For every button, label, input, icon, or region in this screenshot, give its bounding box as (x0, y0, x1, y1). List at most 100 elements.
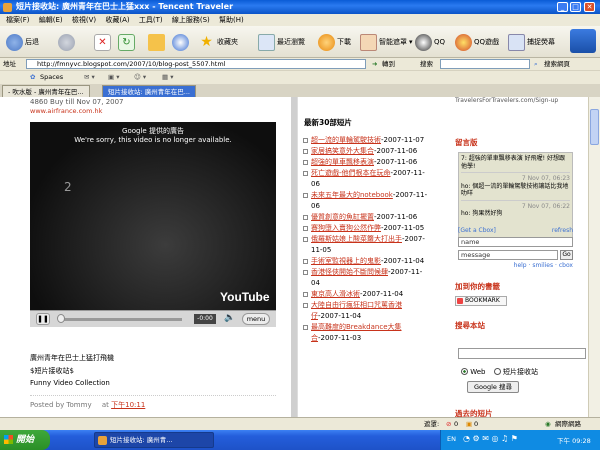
menu-file[interactable]: 檔案(F) (6, 16, 30, 24)
menu-button[interactable]: menu (242, 313, 270, 325)
favorites-button[interactable]: ★ 收藏夾 (198, 31, 238, 53)
refresh-button[interactable]: ↻ (118, 31, 137, 53)
app-icon (3, 3, 12, 12)
qq-penguin-icon (415, 33, 432, 51)
history-button[interactable] (172, 31, 191, 53)
menu-tools[interactable]: 工具(T) (139, 16, 163, 24)
search-icon: ⌕ (534, 60, 538, 68)
google-search-button[interactable]: Google 搜尋 (467, 381, 519, 393)
stop-button[interactable]: ✕ (94, 31, 113, 53)
windows-logo-icon (4, 435, 13, 444)
scrollbar-thumb[interactable] (590, 109, 599, 145)
more-icon[interactable]: ▦ ▾ (162, 71, 173, 84)
search-input[interactable] (440, 59, 530, 69)
maximize-button[interactable]: □ (570, 2, 581, 12)
close-button[interactable]: ✕ (584, 2, 595, 12)
video-player[interactable]: Google 提供的廣告 We're sorry, this video is … (30, 122, 276, 327)
recent-video-item: 超一流的單輪駕駛技術-2007-11-07 (303, 135, 431, 146)
taskbar-task[interactable]: 短片接收站: 廣州青... (94, 432, 214, 448)
recent-video-date: -2007-11-06 (374, 147, 418, 155)
recent-video-item: 賽狗墮入賣狗公然作弊-2007-11-05 (303, 223, 431, 234)
tab-current[interactable]: 短片接收站: 廣州青年在巴... (102, 85, 196, 97)
menu-bar: 檔案(F) 編輯(E) 檢視(V) 收藏(A) 工具(T) 線上服務(S) 幫助… (0, 14, 600, 26)
tab-forum[interactable]: - 吹水版 - 廣州青年在巴... (2, 85, 90, 97)
qq-button[interactable]: QQ (415, 31, 445, 53)
recent-video-link[interactable]: 未來五年最大的notebook (311, 191, 393, 199)
recent-button[interactable]: 最近瀏覽 (258, 31, 305, 53)
mail-icon[interactable]: ✉ ▾ (84, 71, 95, 84)
past-videos-heading: 過去的短片 (455, 409, 493, 417)
minimize-button[interactable]: _ (557, 2, 568, 12)
menu-services[interactable]: 線上服務(S) (172, 16, 210, 24)
messenger-icon[interactable]: ☺ ▾ (134, 71, 146, 84)
recent-video-link[interactable]: 香港怪俠開始不斷問候肆 (311, 268, 388, 276)
menu-edit[interactable]: 編輯(E) (39, 16, 63, 24)
recent-video-link[interactable]: 優質創意的魚缸擺置 (311, 213, 374, 221)
signup-link[interactable]: TravelersForTravelers.com/Sign-up (455, 97, 558, 104)
caption-collection: Funny Video Collection (30, 379, 110, 387)
get-cbox-link[interactable]: [Get a Cbox] (458, 227, 496, 234)
recent-video-link[interactable]: 俄羅斯姑娘上酸菜籮大打出手 (311, 235, 402, 243)
search-web-button[interactable]: 搜索網頁 (544, 58, 570, 70)
menu-help[interactable]: 幫助(H) (219, 16, 244, 24)
recent-video-item: 手術室監視器上的鬼影-2007-11-04 (303, 256, 431, 267)
recent-video-link[interactable]: 家居搞笑意外大集合 (311, 147, 374, 155)
vertical-scrollbar[interactable] (588, 97, 600, 417)
chat-message: ho: 個超一流的單輪駕駛技術讓話比我地叻咩 (461, 183, 570, 201)
bullet-box (303, 237, 308, 242)
menu-view[interactable]: 檢視(V) (72, 16, 96, 24)
name-field[interactable]: name (458, 237, 573, 247)
recent-video-date: -2007-11-07 (381, 136, 425, 144)
home-icon (148, 33, 165, 51)
menu-favorites[interactable]: 收藏(A) (105, 16, 129, 24)
recent-video-link[interactable]: 手術室監視器上的鬼影 (311, 257, 381, 265)
download-button[interactable]: 下載 (318, 31, 351, 53)
app-icon (98, 436, 107, 445)
youtube-logo: YouTube (220, 290, 270, 304)
home-button[interactable] (148, 31, 167, 53)
forward-arrow-icon (58, 33, 75, 51)
url-input[interactable]: http://fmnyvc.blogspot.com/2007/10/blog-… (26, 59, 366, 69)
smart-block-button[interactable]: 智能遮罩 ▾ (360, 31, 413, 53)
bullet-box (303, 138, 308, 143)
bullet-box (303, 270, 308, 275)
recent-video-link[interactable]: 超強的單車飄移表演 (311, 158, 374, 166)
qq-game-button[interactable]: QQ遊戲 (455, 31, 499, 53)
pause-icon[interactable]: ❚❚ (36, 313, 50, 325)
chat-time: 7 Nov 07, 06:23 (521, 175, 570, 182)
refresh-link[interactable]: refresh (552, 227, 573, 234)
recent-video-item: 優質創意的魚缸擺置-2007-11-06 (303, 212, 431, 223)
recent-video-link[interactable]: 東京高人滑冰術 (311, 290, 360, 298)
posted-by: Posted by Tommy at 下午10:11 (30, 401, 146, 409)
recent-video-link[interactable]: 死亡遊戲-他們根本在玩命 (311, 169, 391, 177)
recent-video-link[interactable]: 賽狗墮入賣狗公然作弊 (311, 224, 381, 232)
start-button[interactable]: 開始 (0, 430, 50, 450)
spaces-link[interactable]: Spaces (40, 71, 63, 84)
photo-icon[interactable]: ▣ ▾ (108, 71, 119, 84)
radio-site[interactable] (493, 368, 501, 375)
post-time-link[interactable]: 下午10:11 (111, 401, 145, 409)
seek-bar[interactable] (60, 318, 182, 321)
block-icon (360, 33, 377, 51)
bullet-box (303, 215, 308, 220)
cbox-links[interactable]: help · smilies · cbox (458, 262, 573, 269)
message-field[interactable]: message (458, 250, 558, 260)
bullet-box (303, 226, 308, 231)
stop-icon: ✕ (94, 33, 111, 51)
site-search-input[interactable] (458, 348, 586, 359)
bookmark-heading: 加到你的書籤 (455, 282, 500, 291)
tencent-logo (570, 29, 596, 53)
promo-url[interactable]: www.airfrance.com.hk (30, 107, 102, 115)
recent-video-link[interactable]: 超一流的單輪駕駛技術 (311, 136, 381, 144)
radio-web[interactable] (461, 368, 468, 375)
bookmark-button[interactable]: BOOKMARK (455, 296, 507, 306)
go-button[interactable]: 轉到 (382, 58, 395, 70)
seek-handle[interactable] (57, 314, 65, 323)
capture-button[interactable]: 捕捉熒幕 (508, 31, 555, 53)
forward-button[interactable] (58, 31, 77, 53)
back-button[interactable]: 后退 (6, 31, 39, 53)
tray-icons[interactable]: ◔ ⚙ ✉ ◎ ♫ ⚑ (463, 434, 518, 443)
volume-icon[interactable]: 🔈 (224, 313, 235, 323)
language-indicator[interactable]: EN (447, 435, 456, 443)
go-button[interactable]: Go (560, 250, 573, 260)
